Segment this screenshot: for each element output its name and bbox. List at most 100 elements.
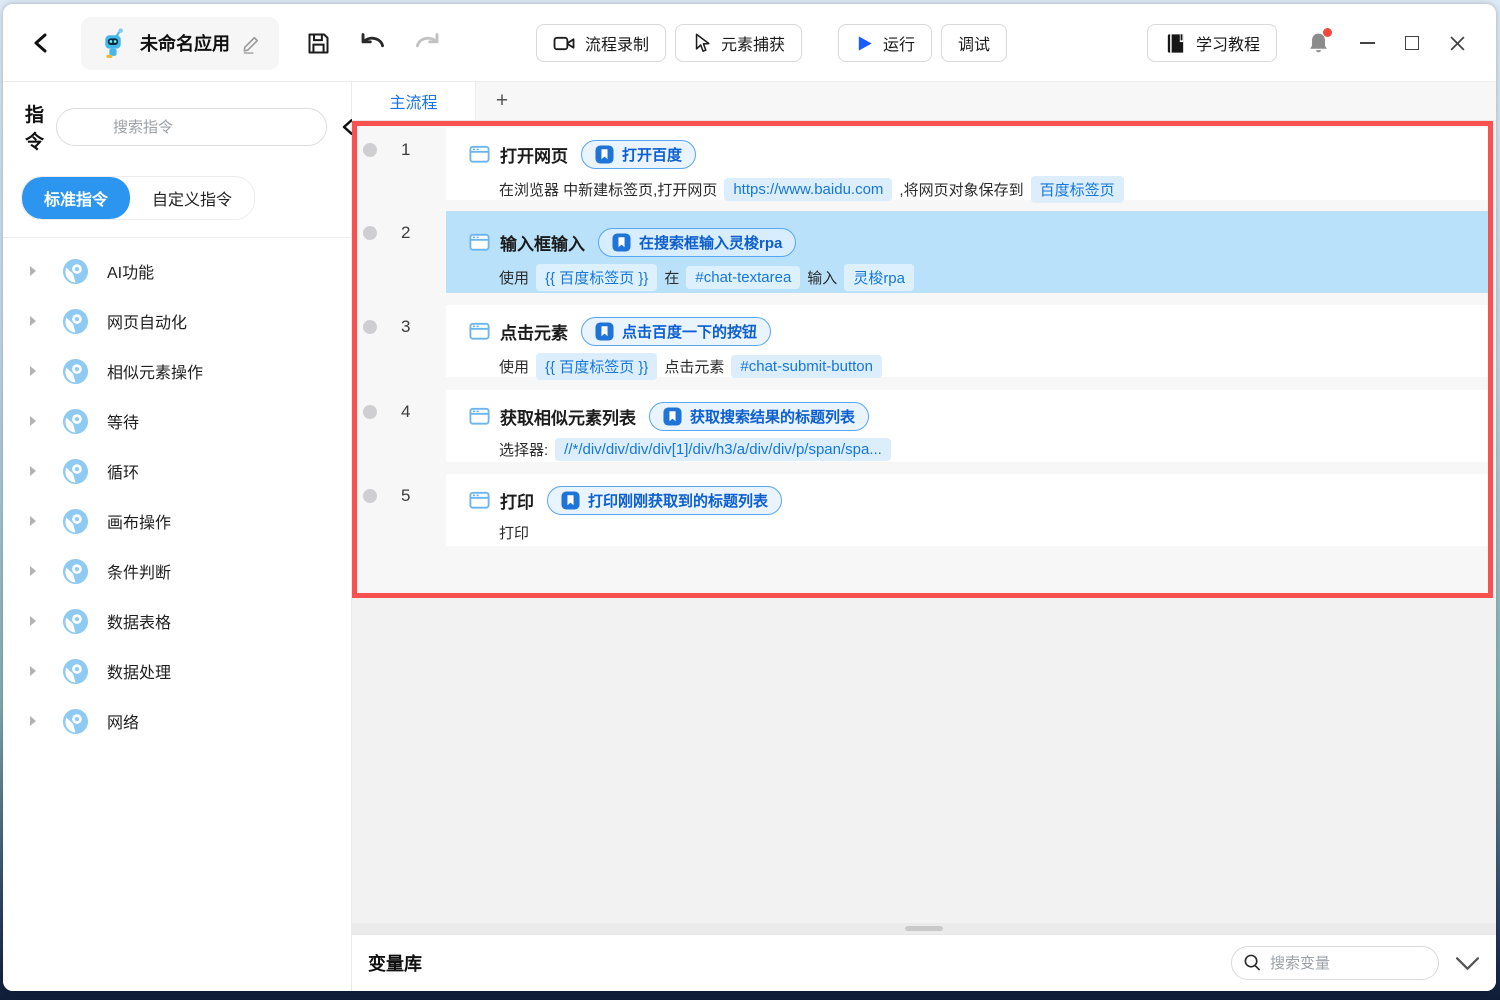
notifications-button[interactable] [1307, 27, 1332, 56]
instruction-search-input[interactable] [56, 108, 328, 146]
step-alias-badge[interactable]: 获取搜索结果的标题列表 [649, 401, 870, 431]
browser-window-icon [468, 405, 491, 428]
minimize-icon [1360, 42, 1375, 44]
bookmark-icon [561, 491, 580, 510]
param-chip-selector[interactable]: #chat-textarea [686, 266, 801, 289]
param-chip-url[interactable]: https://www.baidu.com [724, 178, 893, 201]
sidebar-title: 指令 [25, 105, 45, 153]
step-card[interactable]: 点击元素 点击百度一下的按钮 使用 {{ 百度标签页 }} 点击元素 #chat… [446, 305, 1488, 380]
step-title: 获取相似元素列表 [500, 408, 636, 428]
chevron-down-icon[interactable] [1455, 956, 1480, 971]
category-icon [62, 308, 89, 335]
step-alias-badge[interactable]: 打印刚刚获取到的标题列表 [547, 485, 783, 515]
debug-label: 调试 [958, 37, 991, 54]
step-alias-badge[interactable]: 点击百度一下的按钮 [581, 316, 772, 346]
maximize-button[interactable] [1405, 36, 1419, 50]
tab-custom-instructions[interactable]: 自定义指令 [130, 177, 255, 219]
param-chip-variable[interactable]: 百度标签页 [1030, 176, 1124, 203]
sidebar-item-data-process[interactable]: 数据处理 [3, 646, 351, 696]
category-icon [62, 558, 89, 585]
tab-main-flow[interactable]: 主流程 [352, 82, 476, 120]
step-card[interactable]: 打开网页 打开百度 在浏览器 中新建标签页,打开网页 https://www.b… [446, 128, 1488, 203]
search-icon [1243, 953, 1262, 972]
browser-window-icon [468, 143, 491, 166]
element-capture-button[interactable]: 元素捕获 [675, 24, 803, 62]
param-chip-selector[interactable]: #chat-submit-button [731, 355, 882, 378]
flow-editor: 主流程 + 1 打开网页 打开百度 在浏览器 中新建标签页,打开网页 https… [352, 82, 1496, 991]
flow-record-button[interactable]: 流程录制 [536, 24, 667, 62]
tutorial-label: 学习教程 [1195, 37, 1260, 54]
sidebar-item-wait[interactable]: 等待 [3, 396, 351, 446]
sidebar-item-network[interactable]: 网络 [3, 696, 351, 746]
step-alias-badge[interactable]: 打开百度 [581, 139, 697, 169]
drag-handle[interactable] [905, 926, 943, 931]
redo-button[interactable] [413, 31, 442, 56]
close-icon [1449, 35, 1466, 52]
redo-icon [413, 31, 442, 56]
breakpoint-dot[interactable] [363, 226, 377, 240]
step-alias-badge[interactable]: 在搜索框输入灵梭rpa [598, 227, 797, 257]
step-number: 4 [401, 402, 411, 421]
chevron-right-icon [27, 665, 39, 677]
flow-steps-highlight-region: 1 打开网页 打开百度 在浏览器 中新建标签页,打开网页 https://www… [352, 121, 1493, 598]
back-button[interactable] [29, 30, 55, 56]
bookmark-icon [595, 322, 614, 341]
step-gutter: 2 [357, 211, 446, 293]
tutorial-button[interactable]: 学习教程 [1146, 24, 1277, 62]
step-title: 输入框输入 [500, 234, 585, 254]
chevron-right-icon [27, 615, 39, 627]
variable-search-input[interactable] [1231, 946, 1439, 980]
run-label: 运行 [883, 37, 916, 54]
sidebar-item-condition[interactable]: 条件判断 [3, 546, 351, 596]
edit-pencil-icon[interactable] [240, 32, 263, 55]
sidebar-item-ai[interactable]: AI功能 [3, 246, 351, 296]
breakpoint-dot[interactable] [363, 320, 377, 334]
minimize-button[interactable] [1360, 42, 1375, 44]
sidebar-item-data-table[interactable]: 数据表格 [3, 596, 351, 646]
breakpoint-dot[interactable] [363, 143, 377, 157]
sidebar-item-canvas-ops[interactable]: 画布操作 [3, 496, 351, 546]
sidebar-item-web-automation[interactable]: 网页自动化 [3, 296, 351, 346]
param-chip-tab-variable[interactable]: {{ 百度标签页 }} [536, 264, 658, 291]
play-icon [855, 34, 874, 53]
step-card[interactable]: 打印 打印刚刚获取到的标题列表 打印 [446, 474, 1488, 546]
flow-record-label: 流程录制 [585, 37, 650, 54]
app-logo-robot-icon [97, 27, 130, 60]
element-capture-label: 元素捕获 [721, 37, 786, 54]
desc-text: 打印 [499, 525, 530, 542]
step-card-selected[interactable]: 输入框输入 在搜索框输入灵梭rpa 使用 {{ 百度标签页 }} 在 #chat… [446, 211, 1488, 293]
category-icon [62, 458, 89, 485]
undo-button[interactable] [358, 31, 387, 56]
step-title: 打开网页 [500, 146, 568, 166]
param-chip-xpath[interactable]: //*/div/div/div/div[1]/div/h3/a/div/div/… [555, 438, 891, 461]
variable-library-bar: 变量库 [352, 934, 1496, 991]
param-chip-tab-variable[interactable]: {{ 百度标签页 }} [536, 353, 658, 380]
panel-resize-band [352, 923, 1496, 934]
badge-label: 在搜索框输入灵梭rpa [639, 234, 783, 252]
debug-button[interactable]: 调试 [941, 24, 1008, 62]
add-flow-tab-button[interactable]: + [476, 82, 528, 120]
sidebar-item-loop[interactable]: 循环 [3, 446, 351, 496]
desc-text: 在浏览器 中新建标签页,打开网页 [499, 182, 718, 199]
tab-standard-instructions[interactable]: 标准指令 [22, 177, 131, 219]
close-button[interactable] [1449, 35, 1466, 52]
app-name-box[interactable]: 未命名应用 [81, 16, 279, 70]
flow-tabbar: 主流程 + [352, 82, 1496, 121]
param-chip-text[interactable]: 灵梭rpa [844, 264, 914, 291]
sidebar-item-similar-elements[interactable]: 相似元素操作 [3, 346, 351, 396]
desc-text: 使用 [499, 359, 530, 376]
instruction-tabs: 标准指令 自定义指令 [21, 176, 256, 220]
save-button[interactable] [305, 30, 332, 57]
bookmark-icon [595, 145, 614, 164]
step-gutter: 3 [357, 305, 446, 377]
step-card[interactable]: 获取相似元素列表 获取搜索结果的标题列表 选择器: //*/div/div/di… [446, 390, 1488, 462]
breakpoint-dot[interactable] [363, 489, 377, 503]
badge-label: 点击百度一下的按钮 [622, 323, 758, 341]
desc-text: 在 [664, 270, 680, 287]
sidebar-item-label: AI功能 [107, 265, 155, 282]
chevron-right-icon [27, 715, 39, 727]
breakpoint-dot[interactable] [363, 405, 377, 419]
run-button[interactable]: 运行 [838, 24, 933, 62]
chevron-right-icon [27, 565, 39, 577]
category-icon [62, 508, 89, 535]
